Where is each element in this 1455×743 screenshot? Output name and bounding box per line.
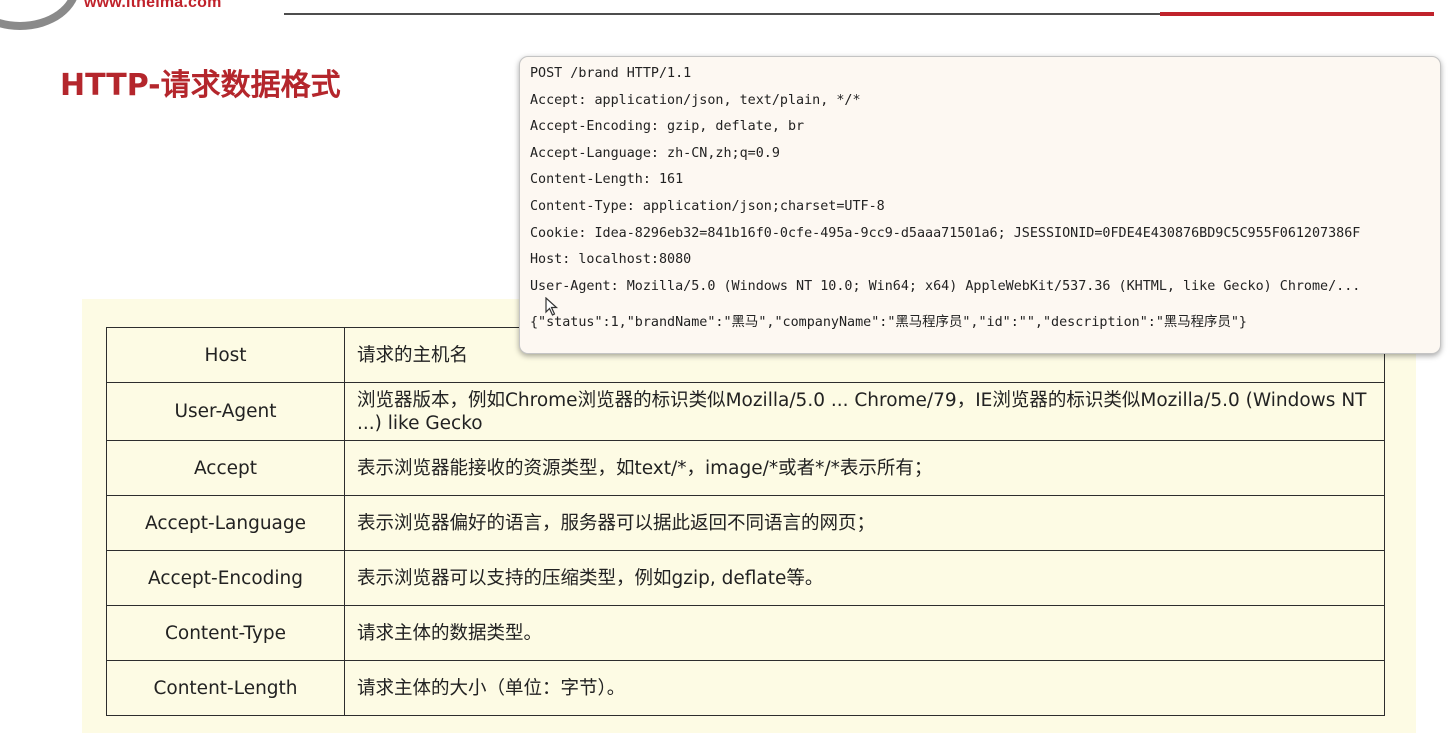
logo-icon (0, 0, 80, 30)
header-desc-cell: 表示浏览器偏好的语言，服务器可以据此返回不同语言的网页； (344, 495, 1385, 551)
site-url: www.itheima.com (84, 0, 222, 11)
header-name-cell: Content-Type (106, 605, 345, 661)
header-name-cell: Content-Length (106, 660, 345, 716)
header-desc-cell: 浏览器版本，例如Chrome浏览器的标识类似Mozilla/5.0 ... Ch… (344, 382, 1385, 441)
table-row: Content-Length 请求主体的大小（单位：字节）。 (106, 660, 1385, 716)
http-header-line: Host: localhost:8080 (530, 252, 692, 268)
header-desc-cell: 请求主体的数据类型。 (344, 605, 1385, 661)
header-desc-cell: 表示浏览器可以支持的压缩类型，例如gzip, deflate等。 (344, 550, 1385, 606)
http-header-line: Content-Type: application/json;charset=U… (530, 198, 885, 214)
page-title: HTTP-请求数据格式 (60, 68, 341, 103)
http-request-line: POST /brand HTTP/1.1 (530, 66, 692, 81)
table-row: User-Agent 浏览器版本，例如Chrome浏览器的标识类似Mozilla… (106, 382, 1385, 441)
http-header-line: Accept: application/json, text/plain, */… (530, 92, 861, 108)
header-name-cell: Accept-Language (106, 495, 345, 551)
header-name-cell: Accept (106, 440, 345, 496)
header-divider-accent (1160, 12, 1434, 16)
http-header-line: Cookie: Idea-8296eb32=841b16f0-0cfe-495a… (530, 225, 1361, 241)
header-name-cell: Accept-Encoding (106, 550, 345, 606)
mouse-cursor-icon (545, 297, 559, 316)
header-desc-cell: 请求主体的大小（单位：字节）。 (344, 660, 1385, 716)
http-request-body: {"status":1,"brandName":"黑马","companyNam… (530, 315, 1247, 331)
http-header-line: Accept-Encoding: gzip, deflate, br (530, 119, 805, 135)
http-header-line: Accept-Language: zh-CN,zh;q=0.9 (530, 145, 780, 161)
header-name-cell: Host (106, 327, 345, 383)
http-header-line: User-Agent: Mozilla/5.0 (Windows NT 10.0… (530, 278, 1361, 294)
table-row: Accept 表示浏览器能接收的资源类型，如text/*，image/*或者*/… (106, 440, 1385, 496)
table-row: Accept-Encoding 表示浏览器可以支持的压缩类型，例如gzip, d… (106, 550, 1385, 606)
header-name-cell: User-Agent (106, 382, 345, 441)
http-request-popup: POST /brand HTTP/1.1 Accept: application… (519, 56, 1441, 354)
request-headers-table: Host 请求的主机名 User-Agent 浏览器版本，例如Chrome浏览器… (106, 327, 1385, 716)
http-header-line: Content-Length: 161 (530, 172, 684, 188)
table-row: Accept-Language 表示浏览器偏好的语言，服务器可以据此返回不同语言… (106, 495, 1385, 551)
table-row: Content-Type 请求主体的数据类型。 (106, 605, 1385, 661)
header-desc-cell: 表示浏览器能接收的资源类型，如text/*，image/*或者*/*表示所有； (344, 440, 1385, 496)
